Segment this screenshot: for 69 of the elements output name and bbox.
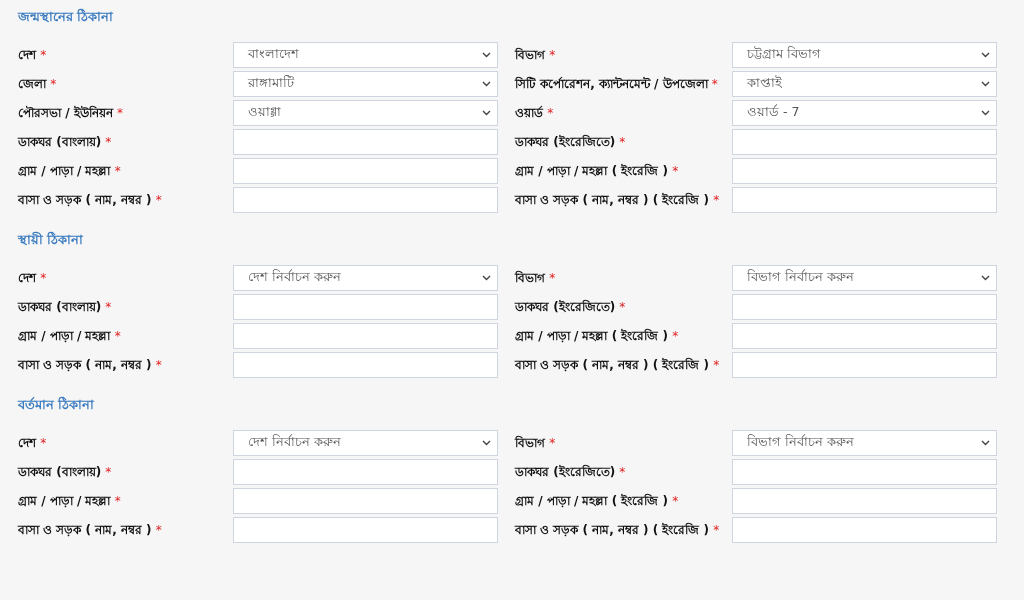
input-field[interactable] [233,488,498,514]
select-field[interactable]: দেশ নির্বাচন করুন [233,265,498,291]
select-field[interactable]: বিভাগ নির্বাচন করুন [732,430,997,456]
field-label: গ্রাম / পাড়া / মহল্লা * [18,163,122,179]
caret-icon [981,440,990,446]
input-field[interactable] [233,187,498,213]
caret-icon [981,81,990,87]
field-label: গ্রাম / পাড়া / মহল্লা ( ইংরেজি ) * [515,327,680,344]
input-field[interactable] [233,158,498,184]
input-field[interactable] [732,517,997,543]
field-label: জেলা * [18,76,58,92]
field-label: বিভাগ * [515,269,557,286]
field-label: বিভাগ * [515,434,557,451]
select-field[interactable]: বিভাগ নির্বাচন করুন [732,265,997,291]
select-field[interactable]: দেশ নির্বাচন করুন [233,430,498,456]
field-label: ডাকঘর (ইংরেজিতে) * [515,463,627,480]
field-label: বাসা ও সড়ক ( নাম, নম্বর ) * [18,357,163,373]
select-field[interactable]: চট্টগ্রাম বিভাগ [732,42,997,68]
field-label: দেশ * [18,47,48,63]
input-field[interactable] [732,187,997,213]
field-label: বাসা ও সড়ক ( নাম, নম্বর ) * [18,192,163,208]
select-field[interactable]: কাপ্তাই [732,71,997,97]
caret-icon [482,81,491,87]
caret-icon [981,52,990,58]
field-label: সিটি কর্পোরেশন, ক্যান্টনমেন্ট / উপজেলা * [515,75,719,92]
section-title: জন্মস্থানের ঠিকানা [18,7,114,26]
field-label: বাসা ও সড়ক ( নাম, নম্বর ) ( ইংরেজি ) * [515,191,721,208]
input-field[interactable] [233,459,498,485]
field-label: ডাকঘর (বাংলায়) * [18,464,113,480]
input-field[interactable] [732,294,997,320]
caret-icon [482,110,491,116]
input-field[interactable] [233,352,498,378]
field-label: গ্রাম / পাড়া / মহল্লা ( ইংরেজি ) * [515,492,680,509]
input-field[interactable] [732,323,997,349]
section-title: বর্তমান ঠিকানা [18,395,95,414]
section-title: স্থায়ী ঠিকানা [18,230,84,249]
field-label: ডাকঘর (ইংরেজিতে) * [515,298,627,315]
input-field[interactable] [732,129,997,155]
input-field[interactable] [732,488,997,514]
input-field[interactable] [233,129,498,155]
field-label: ডাকঘর (বাংলায়) * [18,299,113,315]
field-label: গ্রাম / পাড়া / মহল্লা * [18,328,122,344]
input-field[interactable] [233,294,498,320]
field-label: গ্রাম / পাড়া / মহল্লা * [18,493,122,509]
field-label: দেশ * [18,435,48,451]
input-field[interactable] [732,459,997,485]
field-label: বিভাগ * [515,46,557,63]
field-label: ওয়ার্ড * [515,105,555,121]
select-field[interactable]: রাঙ্গামাটি [233,71,498,97]
caret-icon [482,52,491,58]
field-label: ডাকঘর (ইংরেজিতে) * [515,133,627,150]
field-label: বাসা ও সড়ক ( নাম, নম্বর ) ( ইংরেজি ) * [515,356,721,373]
input-field[interactable] [233,517,498,543]
field-label: বাসা ও সড়ক ( নাম, নম্বর ) * [18,522,163,538]
caret-icon [482,440,491,446]
select-field[interactable]: বাংলাদেশ [233,42,498,68]
caret-icon [981,275,990,281]
field-label: ডাকঘর (বাংলায়) * [18,134,113,150]
caret-icon [482,275,491,281]
select-field[interactable]: ওয়াগ্গা [233,100,498,126]
select-field[interactable]: ওয়ার্ড - 7 [732,100,997,126]
input-field[interactable] [233,323,498,349]
field-label: বাসা ও সড়ক ( নাম, নম্বর ) ( ইংরেজি ) * [515,521,721,538]
field-label: পৌরসভা / ইউনিয়ন * [18,104,124,121]
input-field[interactable] [732,352,997,378]
field-label: দেশ * [18,270,48,286]
field-label: গ্রাম / পাড়া / মহল্লা ( ইংরেজি ) * [515,162,680,179]
caret-icon [981,110,990,116]
input-field[interactable] [732,158,997,184]
